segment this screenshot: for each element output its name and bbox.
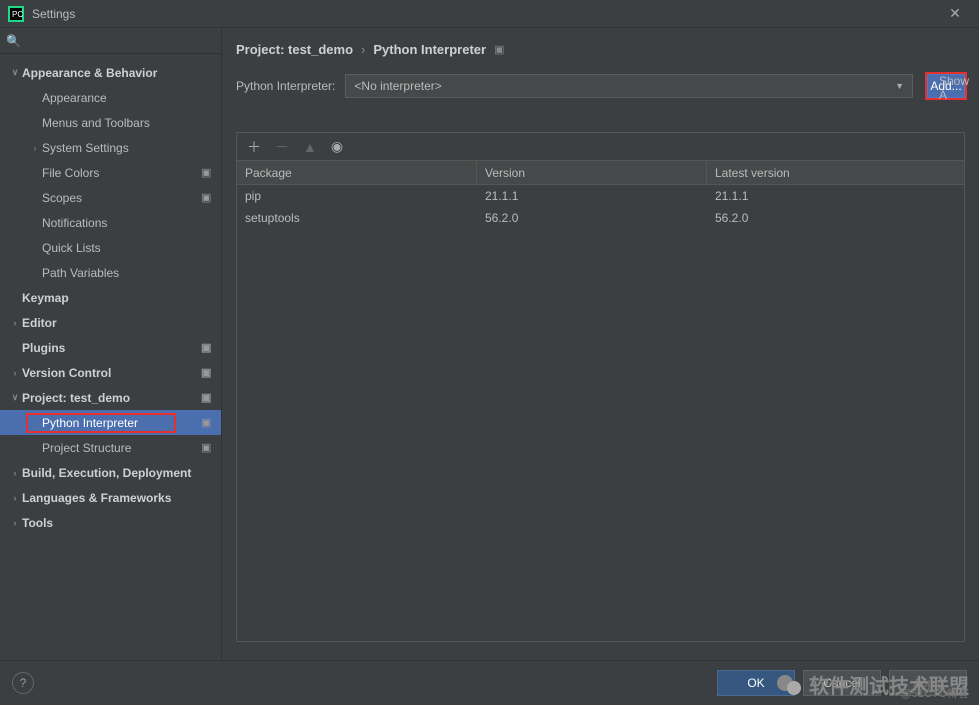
cell-latest: 56.2.0: [707, 207, 964, 229]
col-header-package[interactable]: Package: [237, 161, 477, 184]
sidebar-item[interactable]: ›Tools: [0, 510, 221, 535]
expand-icon: ›: [8, 518, 22, 528]
help-button[interactable]: ?: [12, 672, 34, 694]
project-scope-icon: ▣: [201, 191, 215, 205]
dialog-footer: ? OK Cancel Apply: [0, 660, 979, 704]
content-pane: Project: test_demo › Python Interpreter …: [222, 28, 979, 660]
chevron-right-icon: ›: [361, 42, 365, 57]
sidebar-item-label: Version Control: [22, 366, 201, 380]
show-early-releases-icon[interactable]: ◉: [331, 138, 343, 155]
sidebar-item[interactable]: ›System Settings: [0, 135, 221, 160]
sidebar-item[interactable]: Keymap: [0, 285, 221, 310]
expand-icon: ›: [8, 318, 22, 328]
sidebar-item-label: Plugins: [22, 341, 201, 355]
table-row[interactable]: setuptools56.2.056.2.0: [237, 207, 964, 229]
project-scope-icon: ▣: [201, 441, 215, 455]
sidebar-item-label: Python Interpreter: [42, 416, 201, 430]
search-icon: 🔍: [6, 34, 21, 48]
show-all-link[interactable]: Show A: [939, 74, 979, 102]
sidebar-item-label: Keymap: [22, 291, 215, 305]
sidebar-item[interactable]: ∨Project: test_demo▣: [0, 385, 221, 410]
sidebar-item[interactable]: ›Languages & Frameworks: [0, 485, 221, 510]
project-scope-icon: ▣: [494, 43, 504, 56]
sidebar-item[interactable]: Plugins▣: [0, 335, 221, 360]
sidebar-item-label: File Colors: [42, 166, 201, 180]
close-icon[interactable]: ✕: [939, 5, 971, 22]
collapse-icon: ∨: [8, 67, 22, 78]
project-scope-icon: ▣: [201, 416, 215, 430]
remove-package-icon[interactable]: －: [275, 137, 289, 157]
settings-tree: ∨Appearance & BehaviorAppearanceMenus an…: [0, 54, 221, 660]
apply-button[interactable]: Apply: [889, 670, 967, 696]
expand-icon: ›: [8, 493, 22, 503]
sidebar-item-label: Project: test_demo: [22, 391, 201, 405]
search-field[interactable]: 🔍: [0, 28, 221, 54]
sidebar-item[interactable]: Scopes▣: [0, 185, 221, 210]
packages-panel: ＋ － ▲ ◉ Package Version Latest version p…: [236, 132, 965, 642]
collapse-icon: ∨: [8, 392, 22, 403]
sidebar-item[interactable]: Project Structure▣: [0, 435, 221, 460]
cell-version: 21.1.1: [477, 185, 707, 207]
breadcrumb-page: Python Interpreter: [373, 42, 486, 57]
cancel-button[interactable]: Cancel: [803, 670, 881, 696]
expand-icon: ›: [28, 143, 42, 153]
sidebar-item[interactable]: Appearance: [0, 85, 221, 110]
sidebar-item[interactable]: Menus and Toolbars: [0, 110, 221, 135]
project-scope-icon: ▣: [201, 341, 215, 355]
sidebar-item-label: Menus and Toolbars: [42, 116, 215, 130]
sidebar-item[interactable]: ∨Appearance & Behavior: [0, 60, 221, 85]
sidebar-item-label: Tools: [22, 516, 215, 530]
project-scope-icon: ▣: [201, 166, 215, 180]
sidebar-item[interactable]: Python Interpreter▣: [0, 410, 221, 435]
sidebar-item-label: Path Variables: [42, 266, 215, 280]
sidebar-item[interactable]: Quick Lists: [0, 235, 221, 260]
sidebar-item-label: Build, Execution, Deployment: [22, 466, 215, 480]
project-scope-icon: ▣: [201, 366, 215, 380]
sidebar-item-label: Languages & Frameworks: [22, 491, 215, 505]
expand-icon: ›: [8, 368, 22, 378]
packages-table: Package Version Latest version pip21.1.1…: [237, 161, 964, 641]
breadcrumb-project: Project: test_demo: [236, 42, 353, 57]
chevron-down-icon: ▼: [895, 81, 904, 91]
expand-icon: ›: [8, 468, 22, 478]
titlebar: PC Settings ✕: [0, 0, 979, 28]
interpreter-dropdown[interactable]: <No interpreter> ▼: [345, 74, 913, 98]
upgrade-package-icon[interactable]: ▲: [303, 139, 317, 155]
app-logo-icon: PC: [8, 6, 24, 22]
ok-button[interactable]: OK: [717, 670, 795, 696]
table-row[interactable]: pip21.1.121.1.1: [237, 185, 964, 207]
add-package-icon[interactable]: ＋: [247, 137, 261, 157]
sidebar-item-label: System Settings: [42, 141, 215, 155]
interpreter-value: <No interpreter>: [354, 79, 441, 93]
sidebar-item-label: Appearance & Behavior: [22, 66, 215, 80]
sidebar-item[interactable]: ›Build, Execution, Deployment: [0, 460, 221, 485]
sidebar-item-label: Notifications: [42, 216, 215, 230]
sidebar-item-label: Quick Lists: [42, 241, 215, 255]
col-header-version[interactable]: Version: [477, 161, 707, 184]
packages-toolbar: ＋ － ▲ ◉: [237, 133, 964, 161]
sidebar: 🔍 ∨Appearance & BehaviorAppearanceMenus …: [0, 28, 222, 660]
sidebar-item[interactable]: Notifications: [0, 210, 221, 235]
svg-text:PC: PC: [12, 10, 23, 19]
sidebar-item-label: Project Structure: [42, 441, 201, 455]
cell-name: pip: [237, 185, 477, 207]
sidebar-item[interactable]: ›Version Control▣: [0, 360, 221, 385]
breadcrumb: Project: test_demo › Python Interpreter …: [236, 38, 965, 60]
cell-name: setuptools: [237, 207, 477, 229]
search-input[interactable]: [25, 34, 215, 48]
sidebar-item[interactable]: ›Editor: [0, 310, 221, 335]
cell-version: 56.2.0: [477, 207, 707, 229]
project-scope-icon: ▣: [201, 391, 215, 405]
cell-latest: 21.1.1: [707, 185, 964, 207]
window-title: Settings: [32, 7, 939, 21]
sidebar-item-label: Editor: [22, 316, 215, 330]
sidebar-item-label: Appearance: [42, 91, 215, 105]
interpreter-label: Python Interpreter:: [236, 79, 335, 93]
sidebar-item-label: Scopes: [42, 191, 201, 205]
col-header-latest[interactable]: Latest version: [707, 161, 964, 184]
sidebar-item[interactable]: Path Variables: [0, 260, 221, 285]
sidebar-item[interactable]: File Colors▣: [0, 160, 221, 185]
